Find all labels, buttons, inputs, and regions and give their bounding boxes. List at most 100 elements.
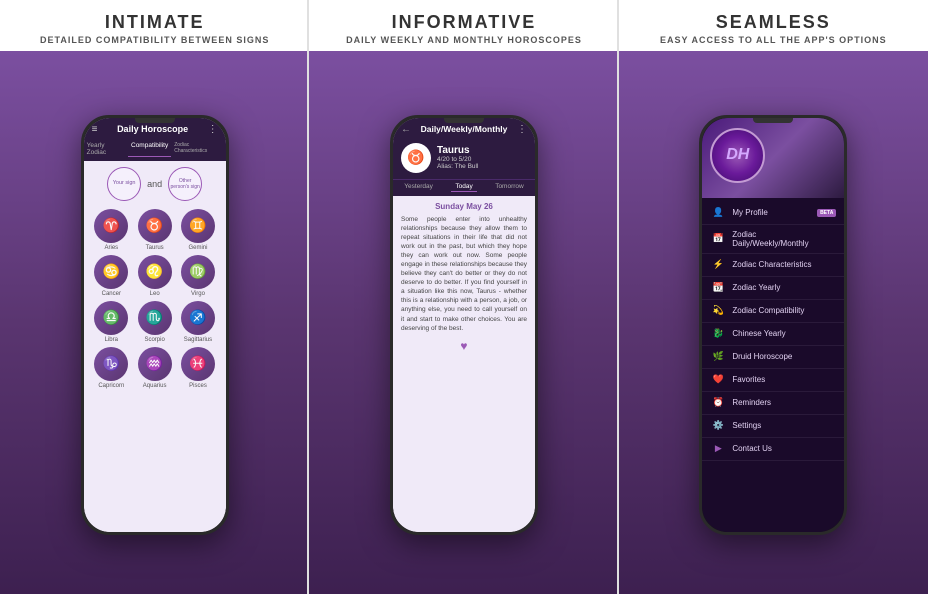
zodiac-circle-cancer: ♋ <box>94 255 128 289</box>
dh-logo-text: DH <box>726 146 749 164</box>
panel-seamless: SEAMLESS EASY ACCESS TO ALL THE APP'S OP… <box>619 0 928 594</box>
menu-item-icon-8: ⏰ <box>712 397 724 409</box>
menu-item-druid-horoscope[interactable]: 🌿 Druid Horoscope <box>702 346 844 369</box>
menu-item-label-1: Zodiac Daily/Weekly/Monthly <box>732 230 834 248</box>
informative-subtitle: DAILY WEEKLY AND MONTHLY HOROSCOPES <box>317 35 610 45</box>
back-icon[interactable]: ← <box>401 124 411 135</box>
zodiac-item-sagittarius[interactable]: ♐ Sagittarius <box>178 301 217 343</box>
menu-item-reminders[interactable]: ⏰ Reminders <box>702 392 844 415</box>
menu-item-label-4: Zodiac Compatibility <box>732 306 804 315</box>
menu-item-label-10: Contact Us <box>732 444 772 453</box>
tab-yesterday[interactable]: Yesterday <box>400 182 437 192</box>
horoscope-more-icon[interactable]: ⋮ <box>517 124 527 135</box>
sign-info: Taurus 4/20 to 5/20 Alias: The Bull <box>437 145 478 170</box>
tab-characteristics[interactable]: Zodiac Characteristics <box>171 141 225 157</box>
horoscope-header: ← Daily/Weekly/Monthly ⋮ <box>393 118 535 139</box>
menu-item-label-5: Chinese Yearly <box>732 329 785 338</box>
and-separator: and <box>147 179 162 189</box>
zodiac-circle-virgo: ♍ <box>181 255 215 289</box>
zodiac-item-pisces[interactable]: ♓ Pisces <box>178 347 217 389</box>
seamless-phone-container: DH 👤 My Profile BETA 📅 Zodiac Daily/Week… <box>619 51 928 594</box>
panel-intimate: INTIMATE DETAILED COMPATIBILITY BETWEEN … <box>0 0 309 594</box>
zodiac-item-scorpio[interactable]: ♏ Scorpio <box>135 301 174 343</box>
menu-item-label-6: Druid Horoscope <box>732 352 792 361</box>
menu-item-icon-10: ▶ <box>712 443 724 455</box>
zodiac-circle-leo: ♌ <box>138 255 172 289</box>
zodiac-name-leo: Leo <box>150 291 160 297</box>
menu-item-icon-9: ⚙️ <box>712 420 724 432</box>
menu-item-label-2: Zodiac Characteristics <box>732 260 811 269</box>
tab-compatibility[interactable]: Compatibility <box>128 141 171 157</box>
panel-intimate-header: INTIMATE DETAILED COMPATIBILITY BETWEEN … <box>0 0 309 51</box>
menu-item-my-profile[interactable]: 👤 My Profile BETA <box>702 202 844 225</box>
zodiac-item-capricorn[interactable]: ♑ Capricorn <box>92 347 131 389</box>
menu-item-icon-1: 📅 <box>712 233 724 245</box>
app-title: Daily Horoscope <box>98 124 208 134</box>
zodiac-name-taurus: Taurus <box>146 245 164 251</box>
beta-badge: BETA <box>817 209 836 217</box>
zodiac-item-libra[interactable]: ♎ Libra <box>92 301 131 343</box>
compat-tabs: Yearly Zodiac Compatibility Zodiac Chara… <box>84 139 226 161</box>
menu-item-zodiac-characteristics[interactable]: ⚡ Zodiac Characteristics <box>702 254 844 277</box>
tab-tomorrow[interactable]: Tomorrow <box>491 182 528 192</box>
zodiac-item-gemini[interactable]: ♊ Gemini <box>178 209 217 251</box>
compat-selectors: Your sign and Other person's sign <box>107 167 202 201</box>
menu-screen: DH 👤 My Profile BETA 📅 Zodiac Daily/Week… <box>702 118 844 532</box>
menu-item-zodiac-dailyweeklymonthly[interactable]: 📅 Zodiac Daily/Weekly/Monthly <box>702 225 844 254</box>
zodiac-circle-aries: ♈ <box>94 209 128 243</box>
horoscope-body: Sunday May 26 Some people enter into unh… <box>393 196 535 532</box>
zodiac-item-aries[interactable]: ♈ Aries <box>92 209 131 251</box>
menu-logo-area: DH <box>702 118 844 198</box>
menu-item-icon-3: 📆 <box>712 282 724 294</box>
panel-informative: INFORMATIVE DAILY WEEKLY AND MONTHLY HOR… <box>309 0 618 594</box>
zodiac-item-taurus[interactable]: ♉ Taurus <box>135 209 174 251</box>
zodiac-circle-scorpio: ♏ <box>138 301 172 335</box>
informative-screen: ← Daily/Weekly/Monthly ⋮ ♉ Taurus 4/20 t… <box>393 118 535 532</box>
zodiac-item-cancer[interactable]: ♋ Cancer <box>92 255 131 297</box>
zodiac-circle-aquarius: ♒ <box>138 347 172 381</box>
compat-header: ≡ Daily Horoscope ⋮ <box>84 118 226 139</box>
tab-today[interactable]: Today <box>451 182 476 192</box>
horoscope-app-title: Daily/Weekly/Monthly <box>421 124 508 134</box>
tab-yearly[interactable]: Yearly Zodiac <box>84 141 128 157</box>
menu-item-contact-us[interactable]: ▶ Contact Us <box>702 438 844 461</box>
menu-item-chinese-yearly[interactable]: 🐉 Chinese Yearly <box>702 323 844 346</box>
compat-body: Your sign and Other person's sign ♈ Arie… <box>84 161 226 532</box>
menu-item-label-7: Favorites <box>732 375 765 384</box>
menu-item-icon-2: ⚡ <box>712 259 724 271</box>
informative-phone: ← Daily/Weekly/Monthly ⋮ ♉ Taurus 4/20 t… <box>390 115 538 535</box>
dh-logo: DH <box>710 128 765 183</box>
menu-item-zodiac-compatibility[interactable]: 💫 Zodiac Compatibility <box>702 300 844 323</box>
more-icon[interactable]: ⋮ <box>208 124 218 135</box>
zodiac-circle-gemini: ♊ <box>181 209 215 243</box>
horoscope-date-title: Sunday May 26 <box>401 202 527 211</box>
other-sign-circle[interactable]: Other person's sign <box>168 167 202 201</box>
zodiac-name-cancer: Cancer <box>102 291 121 297</box>
zodiac-item-leo[interactable]: ♌ Leo <box>135 255 174 297</box>
menu-item-settings[interactable]: ⚙️ Settings <box>702 415 844 438</box>
menu-item-icon-6: 🌿 <box>712 351 724 363</box>
intimate-subtitle: DETAILED COMPATIBILITY BETWEEN SIGNS <box>8 35 301 45</box>
intimate-phone: ≡ Daily Horoscope ⋮ Yearly Zodiac Compat… <box>81 115 229 535</box>
menu-item-label-8: Reminders <box>732 398 771 407</box>
heart-icon[interactable]: ♥ <box>401 339 527 353</box>
menu-item-label-9: Settings <box>732 421 761 430</box>
date-tabs: Yesterday Today Tomorrow <box>393 179 535 196</box>
informative-phone-container: ← Daily/Weekly/Monthly ⋮ ♉ Taurus 4/20 t… <box>309 51 618 594</box>
zodiac-name-virgo: Virgo <box>191 291 205 297</box>
panel-informative-header: INFORMATIVE DAILY WEEKLY AND MONTHLY HOR… <box>309 0 618 51</box>
seamless-screen: DH 👤 My Profile BETA 📅 Zodiac Daily/Week… <box>702 118 844 532</box>
zodiac-circle-libra: ♎ <box>94 301 128 335</box>
menu-item-icon-7: ❤️ <box>712 374 724 386</box>
horoscope-text: Some people enter into unhealthy relatio… <box>401 215 527 333</box>
zodiac-item-virgo[interactable]: ♍ Virgo <box>178 255 217 297</box>
your-sign-circle[interactable]: Your sign <box>107 167 141 201</box>
zodiac-circle-pisces: ♓ <box>181 347 215 381</box>
zodiac-item-aquarius[interactable]: ♒ Aquarius <box>135 347 174 389</box>
zodiac-name-pisces: Pisces <box>189 383 207 389</box>
menu-item-favorites[interactable]: ❤️ Favorites <box>702 369 844 392</box>
menu-item-zodiac-yearly[interactable]: 📆 Zodiac Yearly <box>702 277 844 300</box>
panel-seamless-header: SEAMLESS EASY ACCESS TO ALL THE APP'S OP… <box>619 0 928 51</box>
horoscope-sign-row: ♉ Taurus 4/20 to 5/20 Alias: The Bull <box>393 139 535 179</box>
zodiac-grid: ♈ Aries ♉ Taurus ♊ Gemini ♋ Cancer ♌ Leo… <box>92 209 218 389</box>
